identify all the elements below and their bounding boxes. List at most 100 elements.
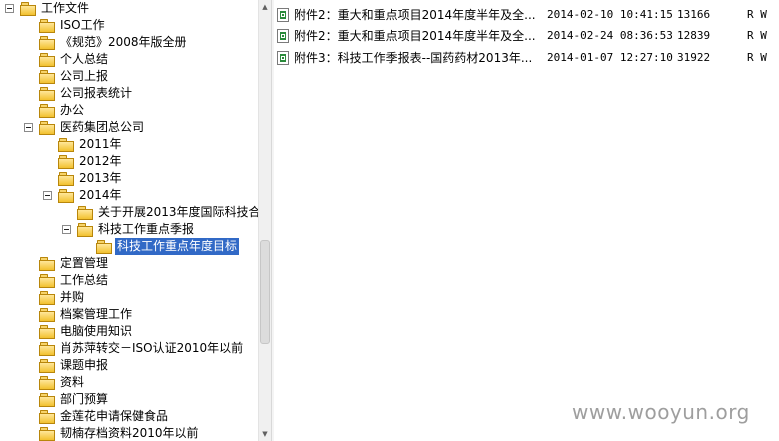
folder-icon (77, 206, 93, 220)
tree-item[interactable]: 档案管理工作 (0, 306, 258, 323)
folder-open-icon (39, 121, 55, 135)
tree-item[interactable]: 部门预算 (0, 391, 258, 408)
folder-icon (39, 427, 55, 441)
tree-item-label: 2013年 (79, 171, 122, 185)
tree-item-selected[interactable]: 科技工作重点年度目标 (0, 238, 258, 255)
tree-item[interactable]: 医药集团总公司 (0, 119, 258, 136)
tree-item[interactable]: 金莲花申请保健食品 (0, 408, 258, 425)
folder-icon (39, 325, 55, 339)
tree-item-label: 档案管理工作 (60, 307, 133, 321)
tree-item[interactable]: 韧楠存档资料2010年以前 (0, 425, 258, 441)
tree-item-label: 2012年 (79, 154, 122, 168)
file-row[interactable]: 附件2：重大和重点项目2014年度半年及全... 2014-02-24 08:3… (274, 27, 779, 45)
tree-item-label: 工作总结 (60, 273, 109, 287)
tree-item-label: 科技工作重点年度目标 (115, 238, 240, 255)
tree-item-label: 金莲花申请保健食品 (60, 409, 169, 423)
file-date: 2014-02-10 10:41:15 (547, 8, 673, 21)
file-list: 附件2：重大和重点项目2014年度半年及全... 2014-02-10 10:4… (274, 0, 779, 441)
tree-item[interactable]: ISO工作 (0, 17, 258, 34)
file-name: 附件2：重大和重点项目2014年度半年及全... (294, 8, 536, 22)
folder-icon (39, 274, 55, 288)
scroll-down-arrow-icon[interactable]: ▼ (259, 427, 271, 441)
tree-vertical-scrollbar[interactable]: ▲ ▼ (258, 0, 271, 441)
folder-icon (39, 87, 55, 101)
tree-item[interactable]: 科技工作重点季报 (0, 221, 258, 238)
tree-root[interactable]: 工作文件 (0, 0, 258, 17)
scroll-up-arrow-icon[interactable]: ▲ (259, 0, 271, 14)
tree-item[interactable]: 电脑使用知识 (0, 323, 258, 340)
scrollbar-thumb[interactable] (260, 240, 270, 344)
tree-item-label: 《规范》2008年版全册 (60, 35, 187, 49)
tree-item[interactable]: 肖苏萍转交－ISO认证2010年以前 (0, 340, 258, 357)
tree-item-label: 工作文件 (41, 1, 90, 15)
file-permissions: R W (747, 29, 767, 42)
folder-icon (39, 70, 55, 84)
tree-item[interactable]: 资料 (0, 374, 258, 391)
tree-item[interactable]: 并购 (0, 289, 258, 306)
collapse-toggle[interactable] (5, 4, 14, 13)
folder-icon (39, 291, 55, 305)
tree-item[interactable]: 定置管理 (0, 255, 258, 272)
folder-icon (39, 410, 55, 424)
tree-item-label: 个人总结 (60, 52, 109, 66)
folder-icon (39, 36, 55, 50)
tree-item[interactable]: 关于开展2013年度国际科技合作 (0, 204, 258, 221)
collapse-toggle[interactable] (62, 225, 71, 234)
tree-item-label: 韧楠存档资料2010年以前 (60, 426, 199, 440)
file-name: 附件3：科技工作季报表--国药药材2013年... (294, 51, 533, 65)
file-size: 13166 (677, 8, 711, 21)
watermark: www.wooyun.org (572, 400, 750, 424)
tree-item-label: 课题申报 (60, 358, 109, 372)
collapse-toggle[interactable] (24, 123, 33, 132)
file-size: 12839 (677, 29, 711, 42)
tree-item-label: 资料 (60, 375, 85, 389)
folder-icon (39, 342, 55, 356)
folder-icon (58, 172, 74, 186)
collapse-toggle[interactable] (43, 191, 52, 200)
tree-item[interactable]: 工作总结 (0, 272, 258, 289)
file-size: 31922 (677, 51, 711, 64)
tree-item-label: 部门预算 (60, 392, 109, 406)
folder-icon (58, 138, 74, 152)
file-permissions: R W (747, 8, 767, 21)
tree-item[interactable]: 课题申报 (0, 357, 258, 374)
folder-icon (39, 53, 55, 67)
tree-item-label: 医药集团总公司 (60, 120, 145, 134)
tree-item[interactable]: 办公 (0, 102, 258, 119)
file-date: 2014-01-07 12:27:10 (547, 51, 673, 64)
excel-file-icon (277, 51, 289, 65)
folder-open-icon (20, 2, 36, 16)
folder-icon (39, 257, 55, 271)
folder-open-icon (77, 223, 93, 237)
tree-item-label: ISO工作 (60, 18, 105, 32)
tree-item[interactable]: 公司报表统计 (0, 85, 258, 102)
file-row[interactable]: 附件3：科技工作季报表--国药药材2013年... 2014-01-07 12:… (274, 49, 779, 67)
tree-item-label: 办公 (60, 103, 85, 117)
tree-item[interactable]: 《规范》2008年版全册 (0, 34, 258, 51)
tree-item[interactable]: 公司上报 (0, 68, 258, 85)
folder-icon (39, 104, 55, 118)
folder-open-icon (96, 240, 112, 254)
folder-icon (39, 376, 55, 390)
tree-item[interactable]: 2014年 (0, 187, 258, 204)
folder-open-icon (58, 189, 74, 203)
tree-item[interactable]: 2013年 (0, 170, 258, 187)
file-name: 附件2：重大和重点项目2014年度半年及全... (294, 29, 536, 43)
tree-item-label: 并购 (60, 290, 85, 304)
tree-item-label: 科技工作重点季报 (98, 222, 195, 236)
excel-file-icon (277, 8, 289, 22)
tree-item[interactable]: 2012年 (0, 153, 258, 170)
tree-item-label: 关于开展2013年度国际科技合作 (98, 205, 258, 219)
tree-item[interactable]: 2011年 (0, 136, 258, 153)
tree-item-label: 定置管理 (60, 256, 109, 270)
folder-icon (39, 359, 55, 373)
folder-icon (39, 19, 55, 33)
tree-item-label: 公司上报 (60, 69, 109, 83)
file-row[interactable]: 附件2：重大和重点项目2014年度半年及全... 2014-02-10 10:4… (274, 6, 779, 24)
tree-item-label: 2011年 (79, 137, 122, 151)
tree-item-label: 电脑使用知识 (60, 324, 133, 338)
folder-icon (39, 308, 55, 322)
tree-item[interactable]: 个人总结 (0, 51, 258, 68)
file-date: 2014-02-24 08:36:53 (547, 29, 673, 42)
tree-item-label: 2014年 (79, 188, 122, 202)
